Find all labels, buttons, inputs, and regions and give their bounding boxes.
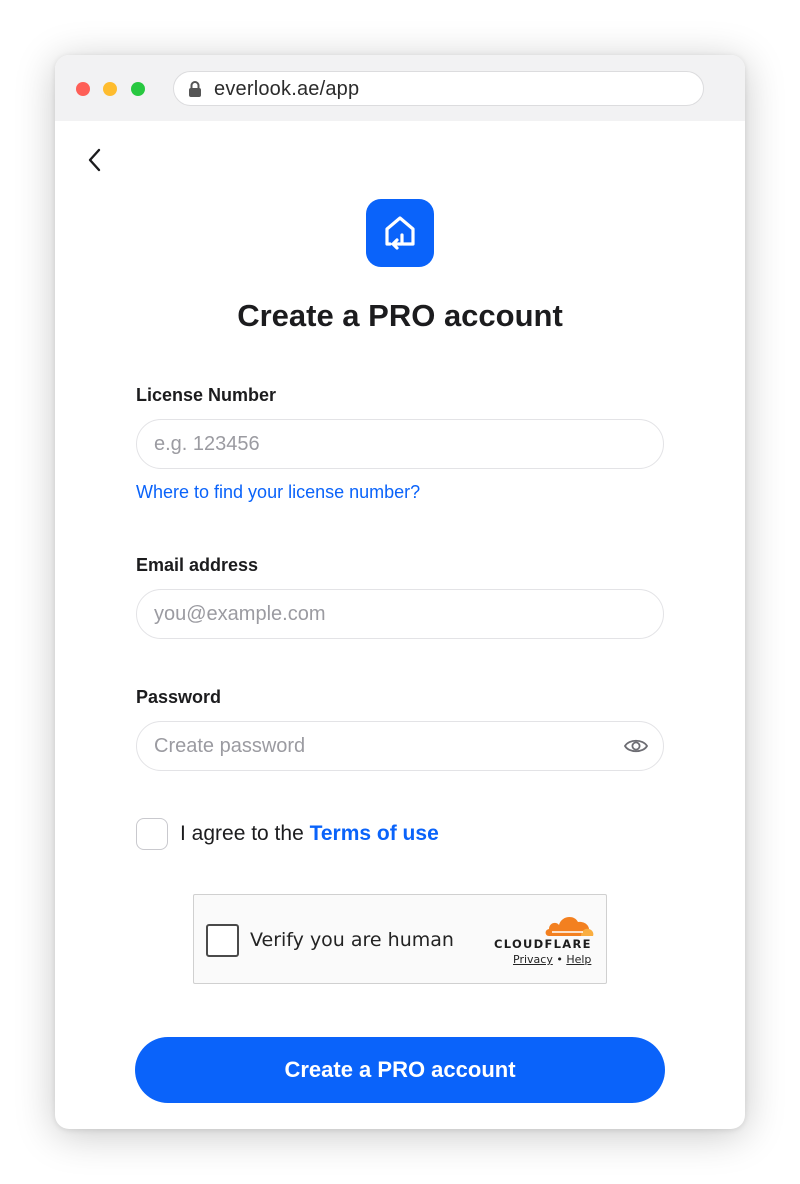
house-arrow-icon [385,216,415,250]
license-number-label: License Number [136,385,277,405]
minimize-window-button[interactable] [103,82,117,96]
browser-window: everlook.ae/app Create a PRO account Lic… [55,55,745,1129]
captcha-privacy-link[interactable]: Privacy [513,953,553,966]
terms-agreement: I agree to the Terms of use [180,822,439,846]
terms-prefix-text: I agree to the [180,822,310,845]
captcha-footer-links: Privacy • Help [513,953,591,966]
page-title: Create a PRO account [237,298,563,333]
verify-human-label: Verify you are human [250,929,454,951]
captcha-help-link[interactable]: Help [566,953,591,966]
license-help-link[interactable]: Where to find your license number? [136,482,420,503]
verify-human-checkbox[interactable] [206,924,239,957]
lock-icon [189,81,201,97]
password-label: Password [136,687,222,707]
eye-icon[interactable] [623,737,649,755]
app-logo [366,199,434,267]
url-text: everlook.ae/app [214,78,360,100]
license-number-input[interactable] [136,419,664,469]
address-bar[interactable]: everlook.ae/app [173,71,704,106]
terms-of-use-link[interactable]: Terms of use [310,822,439,845]
chevron-left-icon[interactable] [84,146,106,174]
browser-toolbar: everlook.ae/app [55,55,745,121]
cloudflare-cloud-icon [545,916,594,936]
password-input[interactable] [136,721,664,771]
close-window-button[interactable] [76,82,90,96]
email-input[interactable] [136,589,664,639]
cloudflare-captcha-widget: Verify you are human CLOUDFLARE Privacy … [193,894,607,984]
terms-checkbox[interactable] [136,818,168,850]
create-account-button[interactable]: Create a PRO account [135,1037,665,1103]
email-label: Email address [136,555,259,575]
cloudflare-wordmark: CLOUDFLARE [494,937,592,951]
maximize-window-button[interactable] [131,82,145,96]
captcha-link-separator: • [552,953,567,966]
